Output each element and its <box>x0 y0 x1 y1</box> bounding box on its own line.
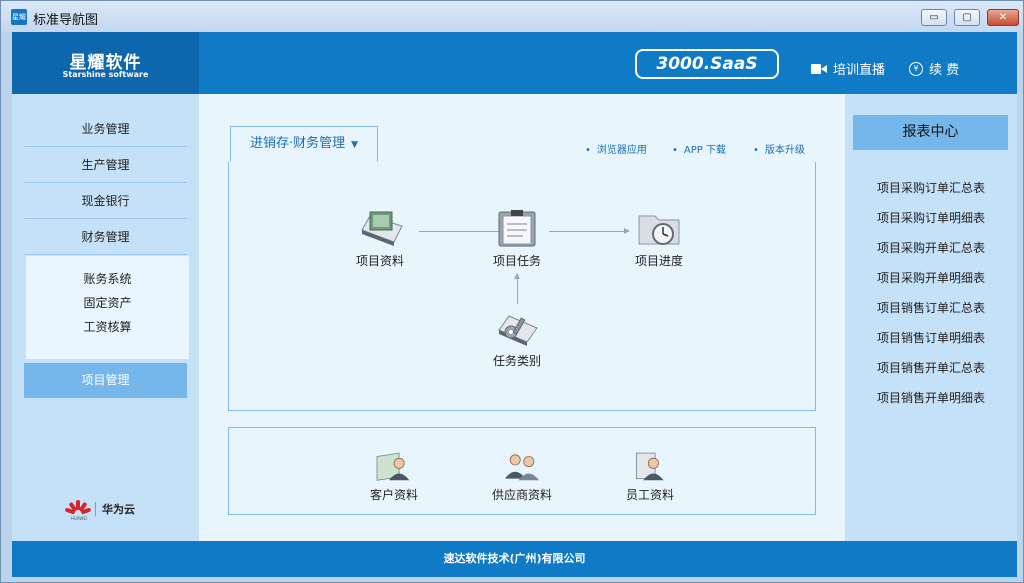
left-sidebar: 业务管理 生产管理 现金银行 财务管理 账务系统 固定资产 工资核算 项目管理 … <box>12 94 199 541</box>
divider <box>95 502 96 516</box>
tools-icon <box>498 315 538 346</box>
submenu-item-payroll[interactable]: 工资核算 <box>26 318 189 335</box>
sidebar-item-production[interactable]: 生产管理 <box>24 147 187 183</box>
footer-company: 速达软件技术(广州)有限公司 <box>12 541 1017 577</box>
report-center-title[interactable]: 报表中心 <box>853 115 1008 150</box>
tab-label: 进销存·财务管理 <box>249 136 346 151</box>
app-download-link[interactable]: • APP 下载 <box>672 141 726 156</box>
training-live-label: 培训直播 <box>833 63 886 78</box>
huawei-cloud-name: 华为云 <box>102 503 135 516</box>
node-customer-data[interactable]: 客户资料 <box>349 448 439 503</box>
employee-icon <box>635 452 664 481</box>
report-item[interactable]: 项目销售开单汇总表 <box>845 359 1017 376</box>
report-item[interactable]: 项目采购订单明细表 <box>845 209 1017 226</box>
sidebar-item-business[interactable]: 业务管理 <box>24 111 187 147</box>
video-camera-icon <box>811 63 827 74</box>
finance-submenu: 账务系统 固定资产 工资核算 <box>26 256 189 359</box>
report-item[interactable]: 项目销售订单明细表 <box>845 329 1017 346</box>
training-live-link[interactable]: 培训直播 <box>811 59 885 78</box>
sidebar-item-finance[interactable]: 财务管理 <box>24 219 187 255</box>
report-item[interactable]: 项目销售开单明细表 <box>845 389 1017 406</box>
submenu-item-fixed-assets[interactable]: 固定资产 <box>26 294 189 311</box>
saas-badge: 3000.SaaS <box>635 49 779 79</box>
minimize-button[interactable]: ▭ <box>921 9 947 26</box>
report-item[interactable]: 项目销售订单汇总表 <box>845 299 1017 316</box>
report-item[interactable]: 项目采购开单明细表 <box>845 269 1017 286</box>
node-employee-data[interactable]: 员工资料 <box>605 448 695 503</box>
project-task-icon <box>498 210 536 247</box>
app-window: 星耀 标准导航图 ▭ ▢ ✕ 星耀软件 Starshine software 3… <box>0 0 1024 583</box>
report-item[interactable]: 项目采购订单汇总表 <box>845 179 1017 196</box>
renew-link[interactable]: ¥ 续 费 <box>909 59 959 78</box>
renew-label: 续 费 <box>929 63 960 78</box>
project-data-icon <box>361 211 403 246</box>
client-area: 星耀软件 Starshine software 3000.SaaS 培训直播 ¥… <box>12 32 1017 577</box>
report-item[interactable]: 项目采购开单汇总表 <box>845 239 1017 256</box>
version-upgrade-link[interactable]: • 版本升级 <box>753 141 805 156</box>
basic-data-panel: 客户资料 供应商资料 员工资料 <box>228 427 816 515</box>
node-project-progress[interactable]: 项目进度 <box>614 208 704 269</box>
node-task-category[interactable]: 任务类别 <box>472 308 562 369</box>
close-button[interactable]: ✕ <box>987 9 1019 26</box>
workflow-panel: 项目资料 项目任务 项目进度 任务类别 <box>228 162 816 411</box>
sidebar-item-cash-bank[interactable]: 现金银行 <box>24 183 187 219</box>
submenu-item-accounting[interactable]: 账务系统 <box>26 270 189 287</box>
tab-inventory-finance[interactable]: 进销存·财务管理 ▼ <box>230 126 378 162</box>
customer-icon <box>376 452 410 481</box>
node-supplier-data[interactable]: 供应商资料 <box>477 448 567 503</box>
main-content: 进销存·财务管理 ▼ •浏览器应用 •APP 下载 •版本升级 项目资料 <box>199 94 845 541</box>
brand-subtitle: Starshine software <box>62 70 149 79</box>
header-bar: 星耀软件 Starshine software 3000.SaaS 培训直播 ¥… <box>12 32 1017 94</box>
title-bar[interactable]: 星耀 标准导航图 ▭ ▢ ✕ <box>1 1 1023 32</box>
report-center-panel: 报表中心 项目采购订单汇总表 项目采购订单明细表 项目采购开单汇总表 项目采购开… <box>845 94 1017 541</box>
caret-down-icon: ▼ <box>351 140 359 150</box>
clock-folder-icon <box>638 215 680 245</box>
app-icon: 星耀 <box>11 9 27 25</box>
browser-app-link[interactable]: • 浏览器应用 <box>585 141 647 156</box>
node-project-data[interactable]: 项目资料 <box>335 208 425 269</box>
sidebar-item-project-management[interactable]: 项目管理 <box>24 363 187 398</box>
window-title: 标准导航图 <box>33 13 99 28</box>
maximize-button[interactable]: ▢ <box>954 9 980 26</box>
huawei-logo-icon: HUAWEI <box>64 500 92 521</box>
brand-logo: 星耀软件 Starshine software <box>12 32 199 94</box>
supplier-icon <box>505 454 539 481</box>
huawei-cloud-logo: HUAWEI 华为云 <box>64 500 135 521</box>
node-project-task[interactable]: 项目任务 <box>472 208 562 269</box>
flow-arrow <box>514 273 520 304</box>
renew-icon: ¥ <box>909 61 923 76</box>
